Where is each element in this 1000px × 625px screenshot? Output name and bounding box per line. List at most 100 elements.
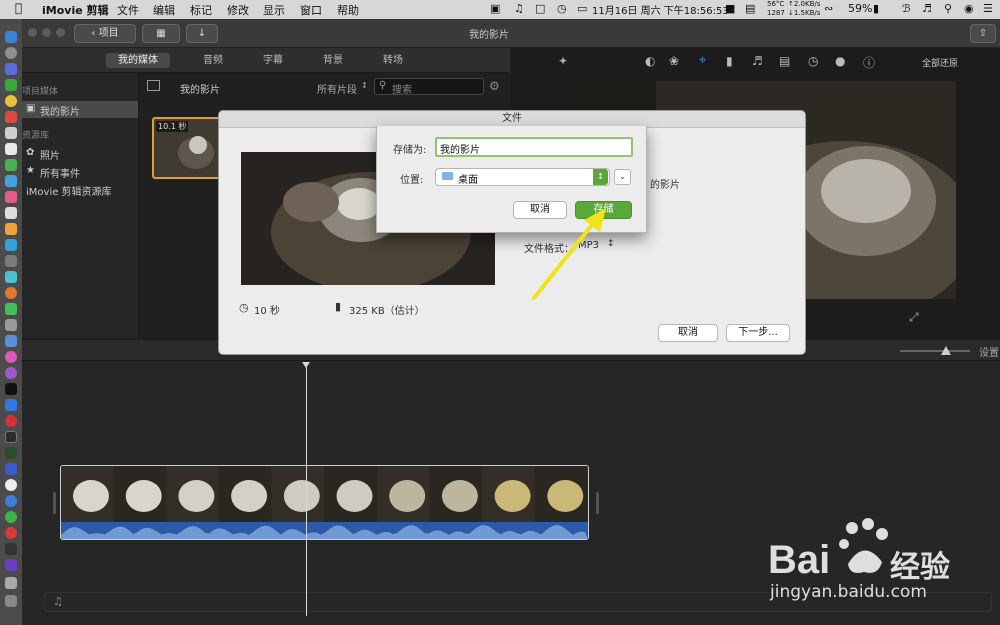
qq-icon[interactable] [5, 495, 17, 507]
vpn-icon[interactable] [5, 463, 17, 475]
menu-view[interactable]: 显示 [263, 2, 285, 18]
launchpad-icon[interactable] [5, 47, 17, 59]
wifi-icon[interactable]: ∾ [824, 2, 833, 15]
sidebar-item-photos[interactable]: ✿ 照片 [22, 145, 138, 162]
tab-my-media[interactable]: 我的媒体 [106, 53, 170, 68]
tab-backgrounds[interactable]: 背景 [307, 53, 359, 68]
messages-icon[interactable] [5, 159, 17, 171]
music-app-icon[interactable] [5, 111, 17, 123]
dialog-next-button[interactable]: 下一步... [726, 324, 790, 342]
color-palette-icon[interactable]: ❀ [669, 54, 679, 68]
back-to-projects-button[interactable]: ‹ 项目 [74, 24, 136, 43]
appletv-icon[interactable] [5, 383, 17, 395]
zoom-slider-thumb[interactable] [941, 346, 951, 355]
calendar-icon[interactable] [5, 143, 17, 155]
downloads-folder-icon[interactable] [5, 577, 17, 589]
expand-browser-button[interactable]: ⌄ [614, 169, 631, 185]
clapper-icon[interactable] [5, 543, 17, 555]
maps-icon[interactable] [5, 175, 17, 187]
dialog-cancel-button[interactable]: 取消 [658, 324, 718, 342]
spotlight-icon[interactable]: ⚲ [944, 2, 952, 15]
menu-mark[interactable]: 标记 [190, 2, 212, 18]
crop-icon[interactable]: ⌖ [699, 53, 706, 68]
menu-modify[interactable]: 修改 [227, 2, 249, 18]
clip-thumbnail[interactable]: 10.1 秒 [152, 117, 222, 179]
clip-filter-select[interactable]: 所有片段 [317, 81, 357, 96]
apple-menu-icon[interactable]:  [15, 1, 22, 15]
bluetooth-icon[interactable]: ℬ [902, 2, 911, 15]
sidebar-item-my-movie[interactable]: ▣ 我的影片 [22, 101, 138, 118]
vivaldi-icon[interactable] [5, 415, 17, 427]
stabilization-icon[interactable]: ▮ [726, 54, 733, 68]
appstore-icon[interactable] [5, 239, 17, 251]
minimize-window-button[interactable] [42, 28, 51, 37]
speed-icon[interactable]: ◷ [808, 54, 818, 68]
menubar-datetime[interactable]: 11月16日 周六 下午18:56:53 [592, 2, 729, 17]
screenshot-tool-icon[interactable]: ▣ [490, 2, 500, 15]
magic-wand-icon[interactable]: ✦ [558, 54, 568, 68]
siri-icon[interactable]: ◉ [964, 2, 974, 15]
location-select[interactable]: 桌面 ↕ [435, 168, 610, 186]
share-button[interactable]: ⇧ [970, 24, 996, 43]
info-icon[interactable]: ⓘ [863, 54, 875, 71]
search-input[interactable]: ⚲ 搜索 [374, 78, 484, 96]
safari-icon[interactable] [5, 63, 17, 75]
photos-icon[interactable] [5, 191, 17, 203]
imovie-icon[interactable] [5, 559, 17, 571]
music-icon[interactable]: ♫ [514, 2, 524, 15]
menu-help[interactable]: 帮助 [337, 2, 359, 18]
menu-edit[interactable]: 编辑 [153, 2, 175, 18]
preview-icon[interactable] [5, 255, 17, 267]
save-as-input[interactable]: 我的影片 [435, 137, 633, 157]
close-window-button[interactable] [28, 28, 37, 37]
downloader-icon[interactable] [5, 335, 17, 347]
toggle-sidebar-icon[interactable] [147, 80, 160, 91]
zoom-slider[interactable] [900, 350, 970, 352]
fullscreen-icon[interactable]: ⤢ [909, 310, 919, 325]
chrome-icon[interactable] [5, 95, 17, 107]
download-button[interactable]: ↓ [186, 24, 218, 43]
timeline-settings-button[interactable]: 设置 [979, 344, 999, 359]
browser-settings-icon[interactable]: ⚙ [489, 79, 500, 93]
terminal-icon[interactable] [5, 79, 17, 91]
app-menu[interactable]: iMovie 剪辑 [42, 2, 109, 18]
color-balance-icon[interactable]: ◐ [645, 54, 655, 68]
clip-trim-right-handle[interactable] [596, 492, 599, 514]
notes-icon[interactable] [5, 127, 17, 139]
firefox-icon[interactable] [5, 287, 17, 299]
tab-titles[interactable]: 字幕 [247, 53, 299, 68]
playhead[interactable] [306, 366, 307, 616]
volume-icon[interactable]: ♬ [922, 2, 932, 15]
chat-icon[interactable]: □ [535, 2, 545, 15]
yandex-icon[interactable] [5, 479, 17, 491]
keynote-icon[interactable] [5, 271, 17, 283]
display-icon[interactable]: ▭ [577, 2, 587, 15]
stats-icon[interactable]: ▤ [745, 2, 755, 15]
media-import-button[interactable]: ▦ [142, 24, 180, 43]
netease-music-icon[interactable] [5, 527, 17, 539]
tab-transitions[interactable]: 转场 [367, 53, 419, 68]
sidebar-item-all-events[interactable]: ★ 所有事件 [22, 163, 138, 180]
trash-icon[interactable] [5, 595, 17, 607]
sidebar-item-library[interactable]: iMovie 剪辑资源库 [22, 181, 138, 198]
camera-icon[interactable] [5, 319, 17, 331]
notification-center-icon[interactable]: ☰ [983, 2, 993, 15]
timeline-clip[interactable] [60, 465, 589, 540]
battery-icon[interactable]: ▮ [873, 2, 879, 15]
app-icon[interactable]: ■ [725, 2, 735, 15]
podcasts-icon[interactable] [5, 367, 17, 379]
menu-window[interactable]: 窗口 [300, 2, 322, 18]
battery-percent[interactable]: 59% [848, 2, 872, 15]
clip-trim-left-handle[interactable] [53, 492, 56, 514]
reminders-icon[interactable] [5, 207, 17, 219]
equalizer-icon[interactable]: ▤ [779, 54, 790, 68]
reset-all-button[interactable]: 全部还原 [922, 56, 958, 69]
clock-icon[interactable]: ◷ [557, 2, 567, 15]
volume-adjust-icon[interactable]: ♬ [752, 54, 763, 68]
menu-file[interactable]: 文件 [117, 2, 139, 18]
zoom-window-button[interactable] [56, 28, 65, 37]
finder-icon[interactable] [5, 31, 17, 43]
noise-reduction-icon[interactable]: ● [835, 54, 845, 68]
numbers-icon[interactable] [5, 303, 17, 315]
console-icon[interactable] [5, 431, 17, 443]
